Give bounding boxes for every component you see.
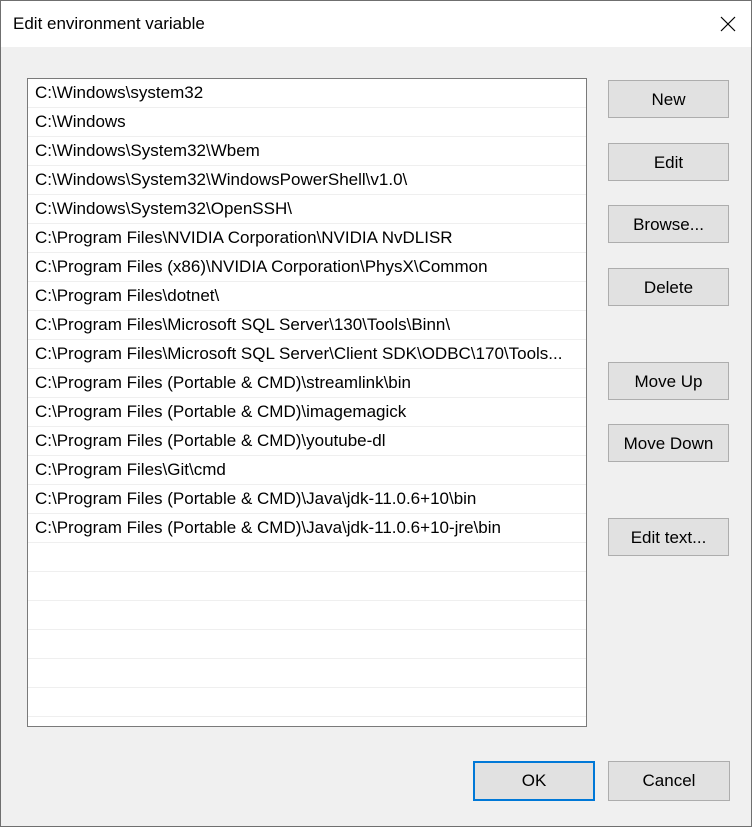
path-list-item[interactable]: C:\Windows\System32\Wbem [28, 137, 586, 166]
move-up-button[interactable]: Move Up [608, 362, 729, 400]
path-list-item[interactable]: C:\Program Files\Microsoft SQL Server\13… [28, 311, 586, 340]
empty-list-row [28, 688, 586, 717]
empty-list-row [28, 630, 586, 659]
edit-button[interactable]: Edit [608, 143, 729, 181]
cancel-button[interactable]: Cancel [608, 761, 730, 801]
path-list-item[interactable]: C:\Program Files\Microsoft SQL Server\Cl… [28, 340, 586, 369]
path-list-item[interactable]: C:\Program Files (Portable & CMD)\imagem… [28, 398, 586, 427]
path-list-item[interactable]: C:\Windows\System32\WindowsPowerShell\v1… [28, 166, 586, 195]
empty-list-row [28, 543, 586, 572]
path-list-item[interactable]: C:\Windows [28, 108, 586, 137]
path-list-item[interactable]: C:\Windows\system32 [28, 79, 586, 108]
title-bar: Edit environment variable [1, 1, 751, 47]
path-list-item[interactable]: C:\Program Files\dotnet\ [28, 282, 586, 311]
empty-list-row [28, 572, 586, 601]
empty-list-row [28, 659, 586, 688]
empty-list-row [28, 601, 586, 630]
path-list-item[interactable]: C:\Program Files\NVIDIA Corporation\NVID… [28, 224, 586, 253]
edit-env-variable-dialog: Edit environment variable C:\Windows\sys… [0, 0, 752, 827]
dialog-title: Edit environment variable [13, 14, 205, 33]
path-list-item[interactable]: C:\Program Files (Portable & CMD)\Java\j… [28, 514, 586, 543]
path-list-item[interactable]: C:\Program Files\Git\cmd [28, 456, 586, 485]
path-list[interactable]: C:\Windows\system32 C:\Windows C:\Windows\… [27, 78, 587, 727]
path-list-item[interactable]: C:\Program Files (Portable & CMD)\youtub… [28, 427, 586, 456]
path-list-item[interactable]: C:\Program Files (x86)\NVIDIA Corporatio… [28, 253, 586, 282]
browse-button[interactable]: Browse... [608, 205, 729, 243]
close-button[interactable] [705, 1, 751, 47]
path-list-item[interactable]: C:\Program Files (Portable & CMD)\Java\j… [28, 485, 586, 514]
path-list-item[interactable]: C:\Program Files (Portable & CMD)\stream… [28, 369, 586, 398]
new-button[interactable]: New [608, 80, 729, 118]
close-icon [720, 16, 736, 32]
edit-text-button[interactable]: Edit text... [608, 518, 729, 556]
move-down-button[interactable]: Move Down [608, 424, 729, 462]
ok-button[interactable]: OK [473, 761, 595, 801]
path-list-item[interactable]: C:\Windows\System32\OpenSSH\ [28, 195, 586, 224]
delete-button[interactable]: Delete [608, 268, 729, 306]
